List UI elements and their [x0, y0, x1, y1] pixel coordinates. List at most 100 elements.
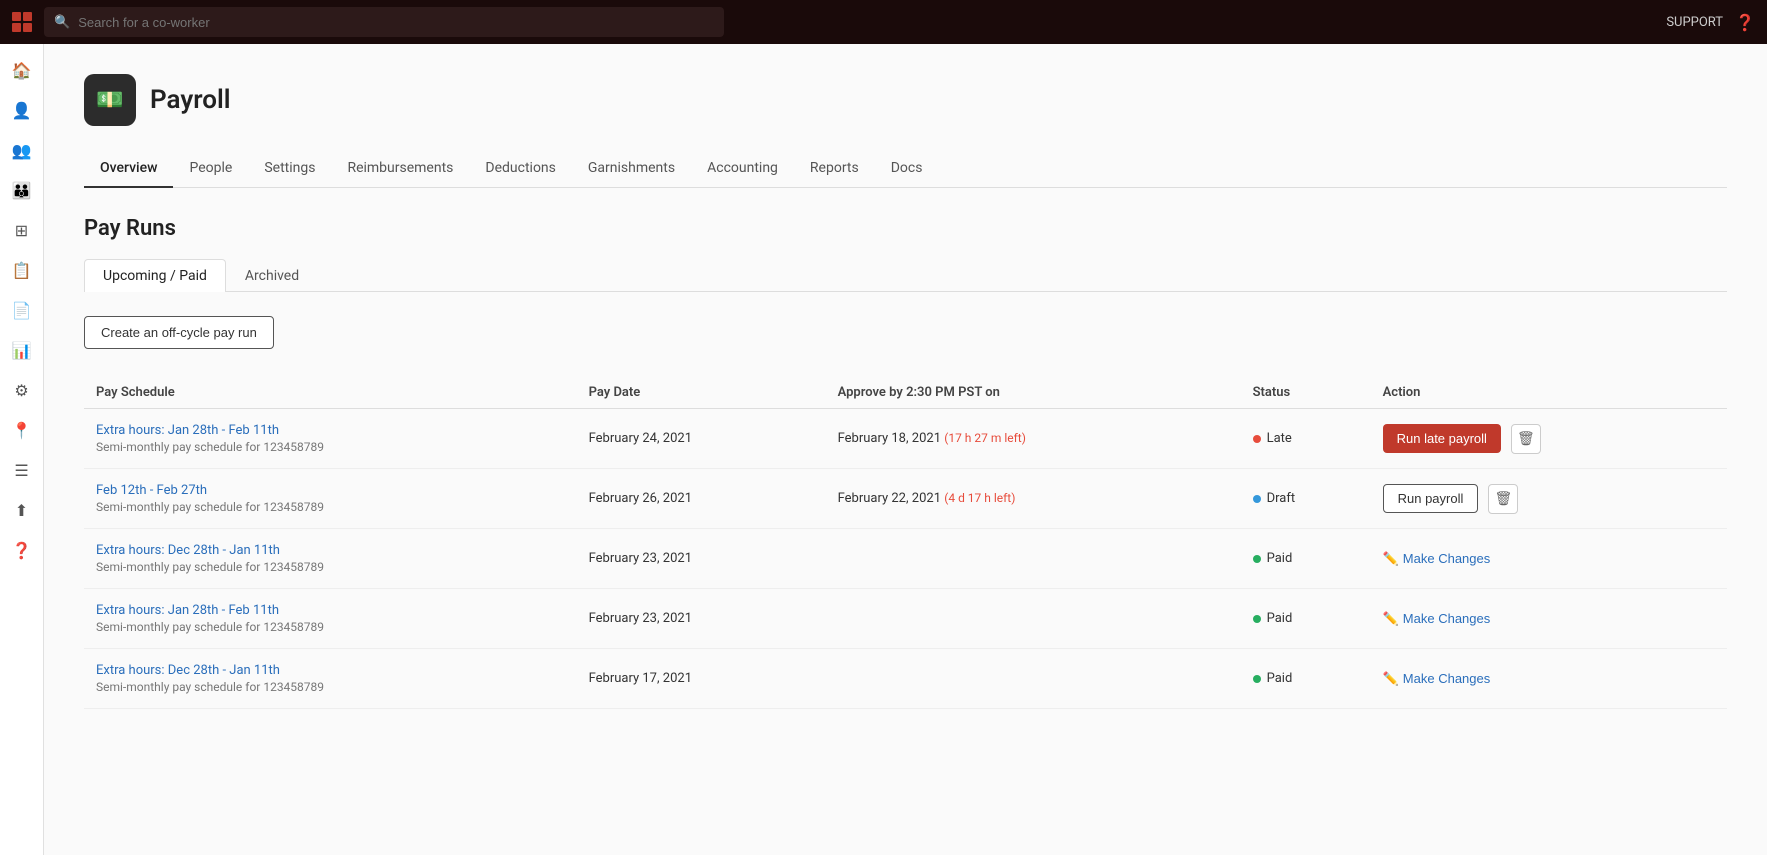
- status-badge: Draft: [1267, 491, 1296, 506]
- pay-schedule-link[interactable]: Feb 12th - Feb 27th: [96, 483, 207, 498]
- document-icon[interactable]: 📄: [6, 294, 38, 326]
- run-late-payroll-button[interactable]: Run late payroll: [1383, 424, 1501, 453]
- status-dot: [1253, 615, 1261, 623]
- settings-icon[interactable]: ⚙: [6, 374, 38, 406]
- make-changes-button[interactable]: ✏️Make Changes: [1383, 671, 1491, 687]
- page-title: Payroll: [150, 85, 230, 115]
- pay-runs-section: Pay Runs Upcoming / Paid Archived Create…: [84, 216, 1727, 709]
- table-row: Extra hours: Dec 28th - Jan 11th Semi-mon…: [84, 529, 1727, 589]
- edit-icon: ✏️: [1383, 611, 1399, 627]
- pay-runs-table: Pay Schedule Pay Date Approve by 2:30 PM…: [84, 377, 1727, 709]
- make-changes-button[interactable]: ✏️Make Changes: [1383, 611, 1491, 627]
- sub-tab-archived[interactable]: Archived: [226, 259, 318, 292]
- tab-reports[interactable]: Reports: [794, 150, 875, 188]
- people-icon[interactable]: 👥: [6, 134, 38, 166]
- pay-schedule-link[interactable]: Extra hours: Dec 28th - Jan 11th: [96, 543, 280, 558]
- sub-tab-upcoming[interactable]: Upcoming / Paid: [84, 259, 226, 292]
- approve-date: February 18, 2021: [838, 431, 941, 446]
- search-input[interactable]: [78, 15, 714, 30]
- pay-date-cell: February 26, 2021: [577, 469, 826, 529]
- top-navigation: 🔍 SUPPORT ❓: [0, 0, 1767, 44]
- col-status: Status: [1241, 377, 1371, 409]
- tab-docs[interactable]: Docs: [875, 150, 939, 188]
- help-icon[interactable]: ❓: [6, 534, 38, 566]
- table-row: Feb 12th - Feb 27th Semi-monthly pay sche…: [84, 469, 1727, 529]
- pay-schedule-link[interactable]: Extra hours: Dec 28th - Jan 11th: [96, 663, 280, 678]
- pay-schedule-cell: Extra hours: Dec 28th - Jan 11th Semi-mon…: [84, 529, 577, 589]
- group-icon[interactable]: 👪: [6, 174, 38, 206]
- upload-icon[interactable]: ⬆: [6, 494, 38, 526]
- col-approve: Approve by 2:30 PM PST on: [826, 377, 1241, 409]
- approve-note: (17 h 27 m left): [944, 431, 1026, 445]
- section-title: Pay Runs: [84, 216, 1727, 241]
- tab-deductions[interactable]: Deductions: [469, 150, 571, 188]
- sub-tabs: Upcoming / Paid Archived: [84, 259, 1727, 292]
- pay-schedule-link[interactable]: Extra hours: Jan 28th - Feb 11th: [96, 423, 279, 438]
- status-dot: [1253, 435, 1261, 443]
- approve-date: February 22, 2021: [838, 491, 941, 506]
- pay-schedule-cell: Extra hours: Jan 28th - Feb 11th Semi-mon…: [84, 589, 577, 649]
- col-date: Pay Date: [577, 377, 826, 409]
- action-cell: Run payroll 🗑: [1371, 469, 1727, 529]
- table-row: Extra hours: Jan 28th - Feb 11th Semi-mon…: [84, 589, 1727, 649]
- action-cell: ✏️Make Changes: [1371, 589, 1727, 649]
- approve-by-cell: [826, 529, 1241, 589]
- person-icon[interactable]: 👤: [6, 94, 38, 126]
- tab-reimbursements[interactable]: Reimbursements: [331, 150, 469, 188]
- status-badge: Paid: [1267, 611, 1293, 626]
- make-changes-button[interactable]: ✏️Make Changes: [1383, 551, 1491, 567]
- status-dot: [1253, 675, 1261, 683]
- search-icon: 🔍: [54, 15, 70, 30]
- home-icon[interactable]: 🏠: [6, 54, 38, 86]
- chart-icon[interactable]: 📊: [6, 334, 38, 366]
- delete-button[interactable]: 🗑: [1488, 484, 1518, 514]
- pay-schedule-sub: Semi-monthly pay schedule for 123458789: [96, 620, 565, 634]
- pay-schedule-sub: Semi-monthly pay schedule for 123458789: [96, 680, 565, 694]
- pay-date-cell: February 24, 2021: [577, 409, 826, 469]
- col-action: Action: [1371, 377, 1727, 409]
- tab-garnishments[interactable]: Garnishments: [572, 150, 691, 188]
- pay-date-cell: February 23, 2021: [577, 529, 826, 589]
- edit-icon: ✏️: [1383, 551, 1399, 567]
- main-content: 💵 Payroll Overview People Settings Reimb…: [44, 44, 1767, 855]
- delete-button[interactable]: 🗑: [1511, 424, 1541, 454]
- apps-icon[interactable]: ⊞: [6, 214, 38, 246]
- status-cell: Paid: [1241, 529, 1371, 589]
- sidebar: 🏠 👤 👥 👪 ⊞ 📋 📄 📊 ⚙ 📍 ☰ ⬆ ❓: [0, 44, 44, 855]
- tab-accounting[interactable]: Accounting: [691, 150, 794, 188]
- table-row: Extra hours: Jan 28th - Feb 11thSemi-mon…: [84, 409, 1727, 469]
- action-cell: Run late payroll 🗑: [1371, 409, 1727, 469]
- pay-date-cell: February 17, 2021: [577, 649, 826, 709]
- status-dot: [1253, 555, 1261, 563]
- status-dot: [1253, 495, 1261, 503]
- support-help-icon[interactable]: ❓: [1735, 13, 1755, 32]
- main-tabs: Overview People Settings Reimbursements …: [84, 150, 1727, 188]
- status-badge: Paid: [1267, 551, 1293, 566]
- tab-people[interactable]: People: [173, 150, 248, 188]
- app-logo[interactable]: [12, 12, 32, 32]
- status-badge: Paid: [1267, 671, 1293, 686]
- status-cell: Late: [1241, 409, 1371, 469]
- approve-by-cell: February 22, 2021 (4 d 17 h left): [826, 469, 1241, 529]
- tab-overview[interactable]: Overview: [84, 150, 173, 188]
- table-row: Extra hours: Dec 28th - Jan 11th Semi-mon…: [84, 649, 1727, 709]
- search-bar[interactable]: 🔍: [44, 7, 724, 37]
- support-button[interactable]: SUPPORT: [1666, 15, 1723, 30]
- status-cell: Draft: [1241, 469, 1371, 529]
- status-cell: Paid: [1241, 649, 1371, 709]
- payroll-app-icon: 💵: [84, 74, 136, 126]
- run-payroll-button[interactable]: Run payroll: [1383, 484, 1479, 513]
- create-off-cycle-button[interactable]: Create an off-cycle pay run: [84, 316, 274, 349]
- clipboard-icon[interactable]: 📋: [6, 254, 38, 286]
- col-schedule: Pay Schedule: [84, 377, 577, 409]
- pay-schedule-sub: Semi-monthly pay schedule for 123458789: [96, 500, 565, 514]
- list-icon[interactable]: ☰: [6, 454, 38, 486]
- location-icon[interactable]: 📍: [6, 414, 38, 446]
- pay-schedule-link[interactable]: Extra hours: Jan 28th - Feb 11th: [96, 603, 279, 618]
- tab-settings[interactable]: Settings: [248, 150, 331, 188]
- pay-schedule-sub: Semi-monthly pay schedule for 123458789: [96, 560, 565, 574]
- pay-schedule-cell: Feb 12th - Feb 27th Semi-monthly pay sche…: [84, 469, 577, 529]
- action-cell: ✏️Make Changes: [1371, 529, 1727, 589]
- pay-date-cell: February 23, 2021: [577, 589, 826, 649]
- approve-by-cell: [826, 589, 1241, 649]
